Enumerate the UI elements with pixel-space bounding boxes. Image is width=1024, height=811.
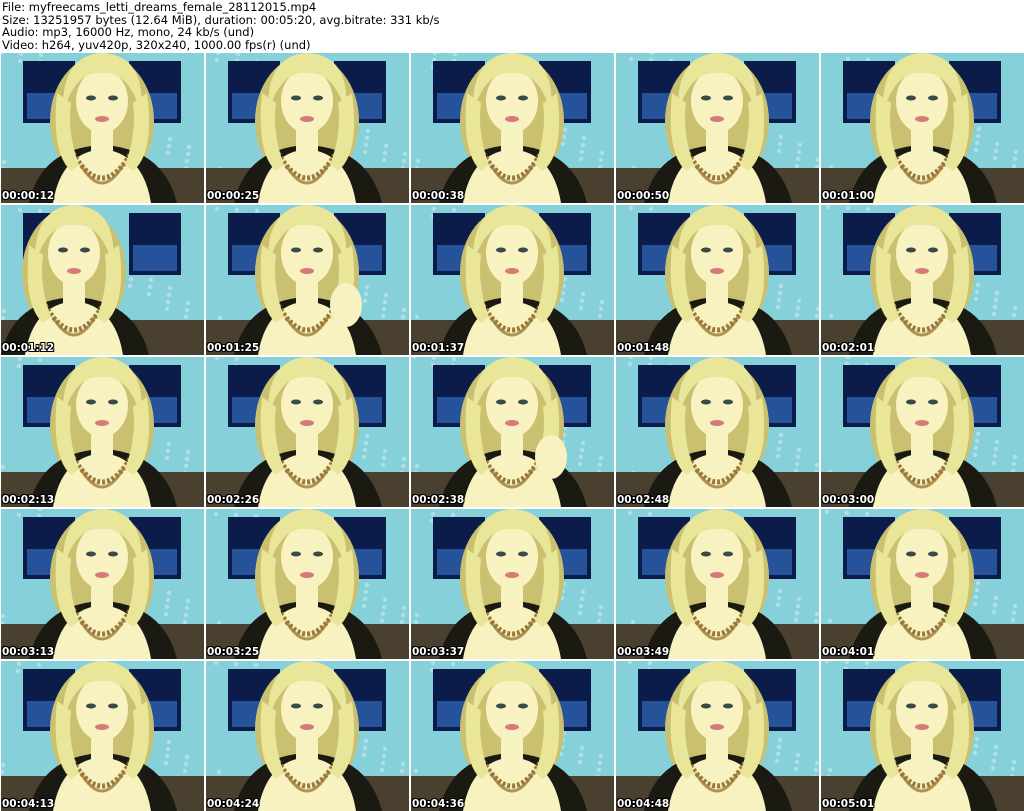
thumbnail-timestamp: 00:03:49 bbox=[617, 646, 670, 658]
thumbnail-frame-image bbox=[821, 357, 1024, 507]
thumbnail-frame-image bbox=[1, 357, 204, 507]
video-thumbnail: 00:02:13 bbox=[1, 357, 204, 507]
thumbnail-frame-image bbox=[206, 509, 409, 659]
thumbnail-frame-image bbox=[206, 661, 409, 811]
thumbnail-timestamp: 00:02:01 bbox=[822, 342, 875, 354]
thumbnail-frame-image bbox=[1, 205, 204, 355]
thumbnail-timestamp: 00:01:00 bbox=[822, 190, 875, 202]
file-name-line: File: myfreecams_letti_dreams_female_281… bbox=[2, 0, 317, 14]
thumbnail-frame-image bbox=[821, 53, 1024, 203]
video-thumbnail: 00:02:38 bbox=[411, 357, 614, 507]
thumbnail-frame-image bbox=[411, 53, 614, 203]
thumbnail-timestamp: 00:01:48 bbox=[617, 342, 670, 354]
video-info-line: Video: h264, yuv420p, 320x240, 1000.00 f… bbox=[2, 37, 311, 52]
thumbnail-timestamp: 00:02:48 bbox=[617, 494, 670, 506]
video-thumbnail: 00:01:37 bbox=[411, 205, 614, 355]
thumbnail-frame-image bbox=[821, 205, 1024, 355]
thumbnail-frame-image bbox=[411, 509, 614, 659]
thumbnail-timestamp: 00:00:38 bbox=[412, 190, 465, 202]
thumbnail-frame-image bbox=[616, 357, 819, 507]
thumbnail-timestamp: 00:05:01 bbox=[822, 798, 875, 810]
audio-info-line: Audio: mp3, 16000 Hz, mono, 24 kb/s (und… bbox=[2, 25, 255, 40]
video-thumbnail: 00:00:25 bbox=[206, 53, 409, 203]
thumbnail-frame-image bbox=[616, 53, 819, 203]
thumbnail-grid: 00:00:12 00:00:25 00:00:38 00:00:50 00:01:00… bbox=[0, 53, 1024, 811]
thumbnail-timestamp: 00:04:13 bbox=[2, 798, 55, 810]
video-thumbnail: 00:04:36 bbox=[411, 661, 614, 811]
thumbnail-timestamp: 00:00:50 bbox=[617, 190, 670, 202]
thumbnail-frame-image bbox=[616, 661, 819, 811]
file-info-header: File: myfreecams_letti_dreams_female_281… bbox=[0, 0, 1024, 52]
thumbnail-frame-image bbox=[206, 357, 409, 507]
thumbnail-frame-image bbox=[616, 509, 819, 659]
thumbnail-frame-image bbox=[1, 509, 204, 659]
thumbnail-timestamp: 00:03:00 bbox=[822, 494, 875, 506]
video-thumbnail: 00:04:48 bbox=[616, 661, 819, 811]
thumbnail-timestamp: 00:04:48 bbox=[617, 798, 670, 810]
thumbnail-timestamp: 00:04:24 bbox=[207, 798, 260, 810]
video-thumbnail: 00:04:24 bbox=[206, 661, 409, 811]
thumbnail-timestamp: 00:01:25 bbox=[207, 342, 260, 354]
video-thumbnail: 00:03:13 bbox=[1, 509, 204, 659]
video-thumbnail: 00:05:01 bbox=[821, 661, 1024, 811]
thumbnail-timestamp: 00:02:38 bbox=[412, 494, 465, 506]
video-thumbnail: 00:04:13 bbox=[1, 661, 204, 811]
thumbnail-timestamp: 00:01:37 bbox=[412, 342, 465, 354]
video-thumbnail: 00:02:01 bbox=[821, 205, 1024, 355]
thumbnail-frame-image bbox=[821, 509, 1024, 659]
video-thumbnail: 00:00:12 bbox=[1, 53, 204, 203]
video-thumbnail: 00:01:48 bbox=[616, 205, 819, 355]
thumbnail-timestamp: 00:02:26 bbox=[207, 494, 260, 506]
video-thumbnail: 00:00:50 bbox=[616, 53, 819, 203]
video-thumbnail: 00:03:25 bbox=[206, 509, 409, 659]
thumbnail-frame-image bbox=[206, 53, 409, 203]
thumbnail-timestamp: 00:02:13 bbox=[2, 494, 55, 506]
thumbnail-timestamp: 00:00:12 bbox=[2, 190, 55, 202]
thumbnail-frame-image bbox=[821, 661, 1024, 811]
thumbnail-timestamp: 00:04:01 bbox=[822, 646, 875, 658]
thumbnail-frame-image bbox=[616, 205, 819, 355]
thumbnail-frame-image bbox=[206, 205, 409, 355]
thumbnail-timestamp: 00:01:12 bbox=[2, 342, 55, 354]
video-thumbnail: 00:04:01 bbox=[821, 509, 1024, 659]
video-thumbnail: 00:01:00 bbox=[821, 53, 1024, 203]
thumbnail-frame-image bbox=[411, 357, 614, 507]
video-thumbnail: 00:02:26 bbox=[206, 357, 409, 507]
thumbnail-timestamp: 00:04:36 bbox=[412, 798, 465, 810]
thumbnail-frame-image bbox=[1, 661, 204, 811]
thumbnail-frame-image bbox=[411, 205, 614, 355]
thumbnail-timestamp: 00:00:25 bbox=[207, 190, 260, 202]
video-thumbnail: 00:03:00 bbox=[821, 357, 1024, 507]
contact-sheet: File: myfreecams_letti_dreams_female_281… bbox=[0, 0, 1024, 811]
video-thumbnail: 00:02:48 bbox=[616, 357, 819, 507]
thumbnail-timestamp: 00:03:25 bbox=[207, 646, 260, 658]
video-thumbnail: 00:03:37 bbox=[411, 509, 614, 659]
thumbnail-timestamp: 00:03:37 bbox=[412, 646, 465, 658]
thumbnail-timestamp: 00:03:13 bbox=[2, 646, 55, 658]
video-thumbnail: 00:03:49 bbox=[616, 509, 819, 659]
thumbnail-frame-image bbox=[1, 53, 204, 203]
video-thumbnail: 00:01:12 bbox=[1, 205, 204, 355]
video-thumbnail: 00:01:25 bbox=[206, 205, 409, 355]
thumbnail-frame-image bbox=[411, 661, 614, 811]
video-thumbnail: 00:00:38 bbox=[411, 53, 614, 203]
